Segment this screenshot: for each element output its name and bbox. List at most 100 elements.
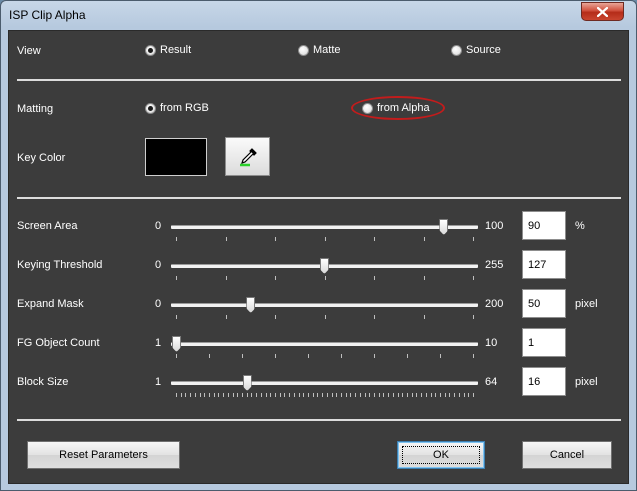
slider-tick: [308, 393, 309, 397]
slider-track[interactable]: [171, 381, 478, 385]
slider-tick: [402, 393, 404, 397]
slider-tick: [242, 393, 243, 397]
slider-tick: [308, 354, 309, 358]
slider-tick: [411, 393, 413, 397]
slider-min-label: 0: [155, 259, 162, 271]
slider-tick: [265, 393, 267, 397]
slider-ticks: [176, 393, 474, 398]
slider-tick: [322, 393, 324, 397]
slider-tick: [298, 393, 300, 397]
slider-tick: [223, 393, 225, 397]
slider-tick: [225, 315, 227, 319]
matting-label: Matting: [17, 103, 54, 115]
view-matte-label: Matte: [313, 44, 341, 56]
slider-tick: [468, 393, 470, 397]
slider-max-label: 64: [485, 376, 498, 388]
slider-value-input[interactable]: [522, 211, 566, 240]
view-result-radio[interactable]: Result: [145, 44, 191, 56]
slider-tick: [242, 354, 243, 358]
dialog-client-area: View Result Matte Source Matting from RG…: [8, 30, 629, 484]
slider-track[interactable]: [171, 303, 478, 307]
slider-tick: [350, 393, 352, 397]
matting-from-alpha-radio[interactable]: from Alpha: [362, 102, 430, 114]
slider-max-label: 10: [485, 337, 498, 349]
slider-thumb[interactable]: [242, 375, 252, 391]
slider-tick: [421, 393, 423, 397]
dialog-window: ISP Clip Alpha View Result Matte Source …: [0, 0, 637, 491]
slider-tick: [423, 315, 425, 319]
close-icon: [597, 6, 608, 17]
slider-tick: [303, 393, 305, 397]
slider-tick: [369, 393, 371, 397]
slider-tick: [423, 276, 425, 280]
slider-tick: [473, 393, 474, 397]
slider-ticks: [176, 354, 474, 359]
window-title: ISP Clip Alpha: [9, 8, 86, 22]
slider-tick: [430, 393, 432, 397]
cancel-label: Cancel: [549, 449, 585, 461]
slider-tick: [275, 393, 276, 397]
slider-label: Expand Mask: [17, 298, 84, 310]
slider-tick: [397, 393, 399, 397]
slider-tick: [374, 276, 375, 280]
title-bar[interactable]: ISP Clip Alpha: [1, 1, 636, 29]
color-picker-button[interactable]: [225, 137, 270, 176]
slider-thumb[interactable]: [246, 297, 256, 313]
slider-tick: [326, 393, 328, 397]
view-label: View: [17, 45, 41, 57]
slider-tick: [275, 354, 276, 358]
slider-thumb[interactable]: [172, 336, 181, 352]
slider-ticks: [176, 237, 474, 242]
slider-tick: [270, 393, 272, 397]
slider-tick: [374, 354, 375, 358]
slider-value-input[interactable]: [522, 328, 566, 357]
slider-label: Keying Threshold: [17, 259, 103, 271]
matting-from-rgb-radio[interactable]: from RGB: [145, 102, 209, 114]
slider-unit-label: %: [575, 220, 585, 232]
slider-label: FG Object Count: [17, 337, 100, 349]
view-source-radio[interactable]: Source: [451, 44, 501, 56]
slider-tick: [225, 237, 227, 241]
key-color-swatch[interactable]: [145, 138, 207, 176]
slider-tick: [473, 276, 474, 280]
close-button[interactable]: [581, 2, 624, 21]
slider-tick: [324, 276, 326, 280]
slider-thumb[interactable]: [319, 258, 329, 274]
view-result-label: Result: [160, 44, 192, 56]
slider-track[interactable]: [171, 225, 478, 229]
separator: [17, 197, 621, 199]
slider-tick: [416, 393, 418, 397]
slider-max-label: 200: [485, 298, 504, 310]
slider-tick: [374, 315, 375, 319]
slider-tick: [176, 354, 177, 358]
slider-track[interactable]: [171, 342, 478, 346]
slider-tick: [275, 276, 276, 280]
slider-tick: [237, 393, 239, 397]
slider-tick: [440, 354, 441, 358]
slider-max-label: 100: [485, 220, 504, 232]
cancel-button[interactable]: Cancel: [522, 441, 612, 469]
key-color-label: Key Color: [17, 152, 66, 164]
slider-tick: [194, 393, 196, 397]
slider-tick: [279, 393, 281, 397]
slider-tick: [341, 354, 342, 358]
slider-value-input[interactable]: [522, 250, 566, 279]
slider-tick: [284, 393, 286, 397]
slider-tick: [425, 393, 427, 397]
reset-parameters-button[interactable]: Reset Parameters: [27, 441, 180, 469]
slider-tick: [317, 393, 319, 397]
slider-tick: [374, 393, 375, 397]
slider-tick: [355, 393, 357, 397]
ok-button[interactable]: OK: [397, 441, 485, 469]
slider-tick: [449, 393, 451, 397]
slider-thumb[interactable]: [439, 219, 449, 235]
slider-value-input[interactable]: [522, 289, 566, 318]
slider-value-input[interactable]: [522, 367, 566, 396]
slider-tick: [312, 393, 314, 397]
separator: [17, 419, 621, 421]
slider-tick: [275, 237, 276, 241]
matting-from-alpha-label: from Alpha: [377, 102, 430, 114]
slider-tick: [293, 393, 295, 397]
view-matte-radio[interactable]: Matte: [298, 44, 341, 56]
slider-tick: [251, 393, 253, 397]
